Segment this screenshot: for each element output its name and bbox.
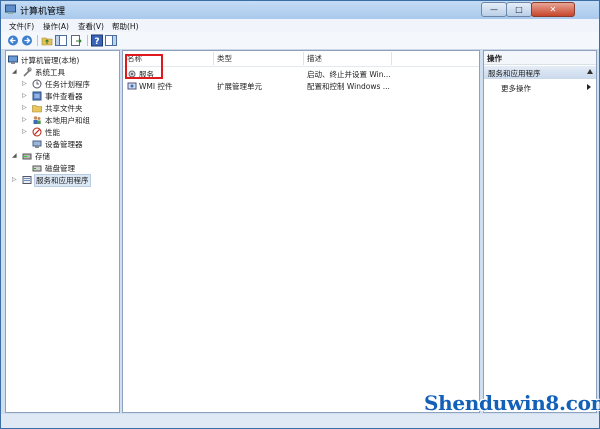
show-hide-tree-icon[interactable] (55, 34, 67, 47)
expand-arrow-icon[interactable]: ◢ (12, 152, 18, 160)
device-manager-icon (32, 140, 42, 148)
menu-view[interactable]: 查看(V) (78, 21, 104, 32)
menu-file[interactable]: 文件(F) (9, 21, 34, 32)
export-list-icon[interactable] (70, 34, 82, 47)
list-item-services[interactable]: 服务 启动、终止并设置 Win... (125, 68, 477, 80)
computer-management-icon (8, 55, 18, 64)
result-list[interactable]: 名称 类型 描述 服务 启动、终止并设置 Win... WMI 控件 扩展管理单… (122, 50, 480, 413)
toolbar: ? (1, 32, 599, 50)
column-header-description[interactable]: 描述 (307, 53, 322, 65)
shared-folder-icon (32, 105, 42, 113)
performance-icon (32, 127, 42, 137)
back-arrow-icon[interactable] (7, 34, 19, 47)
tree-root-label: 计算机管理(本地) (21, 56, 80, 65)
minimize-button[interactable]: — (481, 2, 507, 17)
system-tools-icon (23, 67, 32, 77)
action-pane-header: 操作 (484, 51, 596, 65)
clock-icon (32, 79, 42, 89)
forward-arrow-icon[interactable] (21, 34, 33, 47)
menu-bar: 文件(F) 操作(A) 查看(V) 帮助(H) (1, 19, 599, 33)
collapse-arrow-icon[interactable]: ▷ (22, 104, 28, 112)
title-bar[interactable]: 计算机管理 — □ ✕ (1, 1, 599, 19)
more-actions-item[interactable]: 更多操作 (484, 82, 596, 94)
show-hide-action-pane-icon[interactable] (105, 34, 117, 47)
up-folder-icon[interactable] (41, 34, 53, 47)
status-bar (1, 414, 599, 428)
users-icon (33, 116, 41, 124)
expand-arrow-icon[interactable]: ◢ (12, 68, 18, 76)
red-highlight-annotation (125, 54, 163, 79)
services-apps-icon (22, 176, 32, 184)
collapse-arrow-icon[interactable]: ▷ (22, 80, 28, 88)
maximize-button[interactable]: □ (506, 2, 532, 17)
action-pane: 操作 服务和应用程序 更多操作 (483, 50, 597, 413)
disk-icon (32, 165, 42, 172)
close-button[interactable]: ✕ (531, 2, 575, 17)
menu-help[interactable]: 帮助(H) (112, 21, 139, 32)
console-tree[interactable]: 计算机管理(本地) ◢ 系统工具 ▷ 任务计划程序 ▷ 事件查看器 ▷ 共享文件… (5, 50, 120, 413)
list-item-wmi-control[interactable]: WMI 控件 扩展管理单元 配置和控制 Windows ... (125, 80, 477, 92)
collapse-arrow-icon[interactable]: ▷ (22, 116, 28, 124)
svg-text:?: ? (94, 37, 99, 47)
menu-action[interactable]: 操作(A) (43, 21, 69, 32)
collapse-arrow-icon[interactable]: ▷ (22, 128, 28, 136)
computer-management-window: 计算机管理 — □ ✕ 文件(F) 操作(A) 查看(V) 帮助(H) ? 计算… (0, 0, 600, 429)
collapse-arrow-icon[interactable]: ▷ (12, 176, 18, 184)
column-header-type[interactable]: 类型 (217, 53, 232, 65)
wmi-icon (127, 82, 137, 90)
collapse-up-icon[interactable] (587, 69, 593, 74)
event-viewer-icon (32, 91, 42, 101)
collapse-arrow-icon[interactable]: ▷ (22, 92, 28, 100)
help-icon[interactable]: ? (91, 34, 103, 47)
action-section-services-applications[interactable]: 服务和应用程序 (484, 66, 596, 79)
computer-management-icon (5, 4, 16, 14)
window-title: 计算机管理 (20, 7, 66, 17)
submenu-arrow-icon (587, 84, 591, 90)
watermark: Shenduwin8.com (424, 391, 600, 415)
storage-icon (22, 153, 32, 160)
